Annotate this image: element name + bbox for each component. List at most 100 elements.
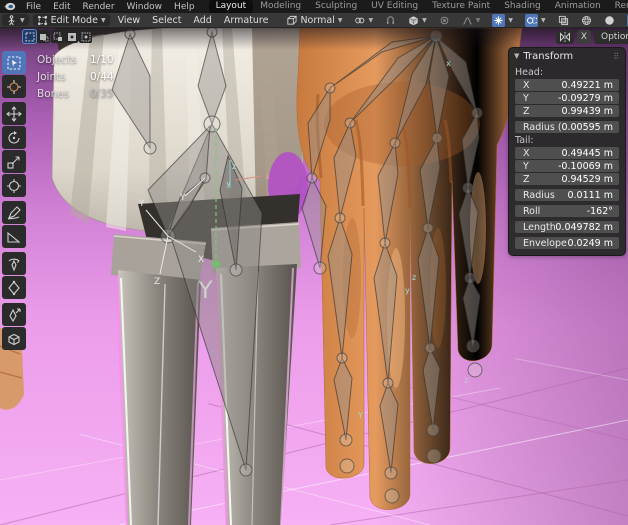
blender-window: File Edit Render Window Help Layout Mode… xyxy=(0,0,628,525)
stat-joints: Joints0/44 xyxy=(37,69,114,86)
pivot-point-dropdown[interactable]: ▼ xyxy=(350,14,377,26)
field-tail-z[interactable]: Z0.94529 m xyxy=(515,173,619,185)
tool-bone-size[interactable] xyxy=(2,303,26,326)
gizmo-icon xyxy=(492,14,505,27)
move-icon xyxy=(6,106,22,122)
tab-modeling[interactable]: Modeling xyxy=(253,0,308,13)
field-tail-x[interactable]: X0.49445 m xyxy=(515,147,619,159)
field-head-y[interactable]: Y-0.09279 m xyxy=(515,92,619,104)
tool-rotate[interactable] xyxy=(2,126,26,149)
tool-bone-envelope[interactable] xyxy=(2,276,26,299)
extrude-cube-icon xyxy=(6,331,22,347)
head-section-label: Head: xyxy=(515,66,619,79)
tool-extrude[interactable] xyxy=(2,327,26,350)
tab-layout[interactable]: Layout xyxy=(209,0,254,13)
magnet-icon xyxy=(385,15,396,26)
snap-toggle[interactable] xyxy=(381,14,400,26)
proportional-falloff-dropdown[interactable]: ▼ xyxy=(458,14,485,26)
mode-intersect-icon xyxy=(81,32,91,42)
menu-render[interactable]: Render xyxy=(77,2,121,12)
mirror-toggle[interactable] xyxy=(556,30,574,44)
orientation-normal-icon xyxy=(286,15,297,26)
tab-texture-paint[interactable]: Texture Paint xyxy=(425,0,497,13)
menu-file[interactable]: File xyxy=(20,2,47,12)
mode-subtract-icon xyxy=(53,32,63,42)
bone-envelope-icon xyxy=(6,280,22,296)
tab-animation[interactable]: Animation xyxy=(548,0,608,13)
panel-drag-grip-icon[interactable]: ⠿ xyxy=(613,52,620,61)
mirror-x-button[interactable]: X xyxy=(577,30,591,44)
menu-select[interactable]: Select xyxy=(146,15,187,26)
svg-text:x: x xyxy=(265,172,270,181)
transform-icon xyxy=(6,178,22,194)
chevron-down-icon: ▼ xyxy=(20,17,25,24)
select-mode-subtract-button[interactable] xyxy=(51,30,64,43)
field-tail-y[interactable]: Y-0.10069 m xyxy=(515,160,619,172)
field-head-radius[interactable]: Radius (Parent0.00595 m xyxy=(515,121,619,133)
menu-view[interactable]: View xyxy=(112,15,147,26)
snap-cube-icon xyxy=(408,15,419,26)
field-roll[interactable]: Roll-162° xyxy=(515,205,619,217)
tail-section-label: Tail: xyxy=(515,134,619,147)
toolbar xyxy=(2,51,26,351)
tool-bone-roll[interactable] xyxy=(2,252,26,275)
select-mode-extend-button[interactable] xyxy=(37,30,50,43)
tool-move[interactable] xyxy=(2,102,26,125)
tab-uv-editing[interactable]: UV Editing xyxy=(364,0,425,13)
select-mode-set-button[interactable] xyxy=(23,30,36,43)
svg-text:X: X xyxy=(198,255,204,265)
svg-text:Y: Y xyxy=(197,276,213,304)
shading-solid-button[interactable] xyxy=(600,14,619,26)
tab-sculpting[interactable]: Sculpting xyxy=(308,0,364,13)
select-mode-invert-button[interactable] xyxy=(65,30,78,43)
transform-orientation-dropdown[interactable]: Normal ▼ xyxy=(282,14,346,26)
tool-measure[interactable] xyxy=(2,225,26,248)
panel-collapse-chevron-icon[interactable]: ▼ xyxy=(514,52,519,60)
viewport-3d[interactable]: Y Y Y X Z x z y x z y z Y xyxy=(0,28,628,525)
menu-armature[interactable]: Armature xyxy=(218,15,275,26)
orientation-label: Normal xyxy=(300,15,334,26)
menu-help[interactable]: Help xyxy=(168,2,201,12)
snap-target-dropdown[interactable]: ▼ xyxy=(404,14,431,26)
stat-bones: Bones0/35 xyxy=(37,86,114,103)
show-gizmo-toggle[interactable]: ▼ xyxy=(488,14,517,26)
tool-cursor[interactable] xyxy=(2,75,26,98)
mode-extend-icon xyxy=(39,32,49,42)
svg-text:x: x xyxy=(446,59,451,68)
tab-rendering[interactable]: Rendering xyxy=(608,0,628,13)
tool-annotate[interactable] xyxy=(2,201,26,224)
tool-transform[interactable] xyxy=(2,174,26,197)
show-overlays-toggle[interactable]: ▼ xyxy=(521,14,550,26)
chevron-down-icon: ▼ xyxy=(338,17,343,24)
menu-add[interactable]: Add xyxy=(187,15,217,26)
tool-select-box[interactable] xyxy=(2,51,26,74)
blender-logo-icon[interactable] xyxy=(3,1,16,12)
shading-material-button[interactable] xyxy=(623,14,628,26)
overlays-icon xyxy=(525,14,538,27)
tool-scale[interactable] xyxy=(2,150,26,173)
chevron-down-icon: ▼ xyxy=(476,17,481,24)
rotate-icon xyxy=(6,130,22,146)
select-mode-intersect-button[interactable] xyxy=(79,30,92,43)
active-object-dropdown[interactable]: ▼ xyxy=(2,14,29,26)
proportional-editing-toggle[interactable] xyxy=(435,14,454,26)
field-head-z[interactable]: Z0.99439 m xyxy=(515,105,619,117)
chevron-down-icon: ▼ xyxy=(508,17,513,24)
shading-wireframe-button[interactable] xyxy=(577,14,596,26)
field-radius[interactable]: Radius0.0111 m xyxy=(515,189,619,201)
menu-window[interactable]: Window xyxy=(121,2,169,12)
xray-icon xyxy=(558,15,569,26)
field-head-x[interactable]: X0.49221 m xyxy=(515,79,619,91)
panel-title: Transform xyxy=(523,51,573,62)
mode-selector[interactable]: Edit Mode ▼ xyxy=(33,14,110,26)
transform-panel-header[interactable]: ▼ Transform ⠿ xyxy=(509,48,625,64)
menu-edit[interactable]: Edit xyxy=(47,2,76,12)
field-envelope[interactable]: Envelope0.0249 m xyxy=(515,237,619,249)
toggle-xray[interactable] xyxy=(554,14,573,26)
options-button[interactable]: Options xyxy=(594,30,628,44)
tab-shading[interactable]: Shading xyxy=(497,0,548,13)
svg-text:z: z xyxy=(464,376,469,386)
field-length[interactable]: Length0.049782 m xyxy=(515,221,619,233)
pivot-point-icon xyxy=(354,15,365,26)
svg-text:y: y xyxy=(226,179,231,188)
